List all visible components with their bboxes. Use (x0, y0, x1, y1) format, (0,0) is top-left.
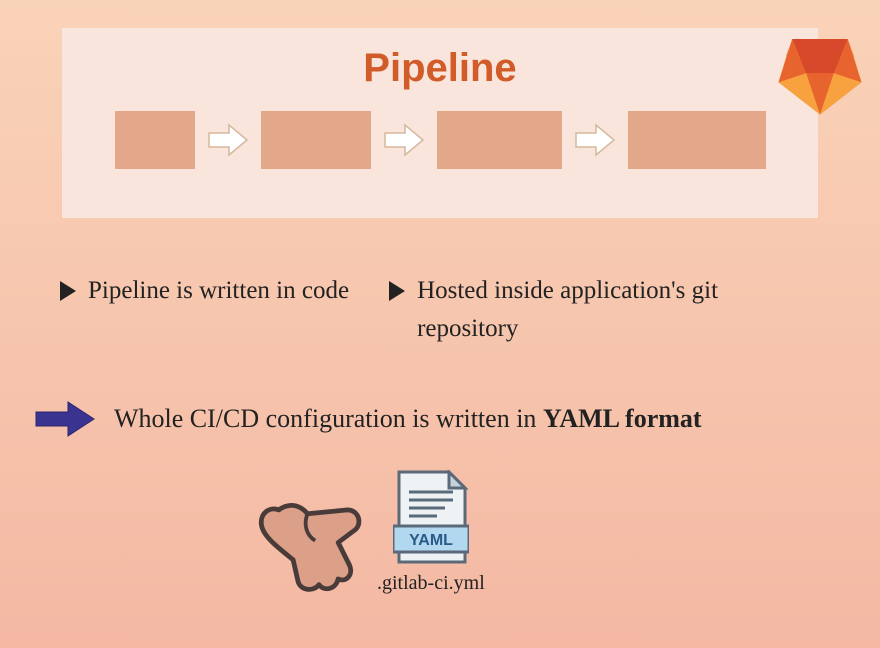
bullet-triangle-icon (389, 281, 405, 301)
bullet-item: Pipeline is written in code (60, 272, 349, 347)
pipeline-title: Pipeline (92, 46, 788, 91)
pipeline-stage-box (261, 111, 371, 169)
bullet-text: Pipeline is written in code (88, 272, 349, 310)
arrow-right-icon (574, 123, 616, 157)
gitlab-logo-icon (774, 30, 866, 118)
callout-text: Whole CI/CD configuration is written in … (114, 404, 702, 434)
arrow-right-blue-icon (34, 400, 96, 438)
callout-strong: YAML format (543, 404, 702, 433)
bullet-item: Hosted inside application's git reposito… (389, 272, 749, 347)
file-name-label: .gitlab-ci.yml (377, 572, 485, 595)
yaml-badge-text: YAML (409, 532, 453, 549)
pointing-hand-icon (250, 485, 365, 600)
pipeline-stage-box (628, 111, 766, 169)
bullet-text: Hosted inside application's git reposito… (417, 272, 749, 347)
pipeline-stages-row (92, 111, 788, 169)
bullet-triangle-icon (60, 281, 76, 301)
callout-row: Whole CI/CD configuration is written in … (34, 400, 702, 438)
arrow-right-icon (383, 123, 425, 157)
arrow-right-icon (207, 123, 249, 157)
bullet-list: Pipeline is written in code Hosted insid… (60, 272, 840, 347)
pipeline-panel: Pipeline (62, 28, 818, 218)
file-section: YAML .gitlab-ci.yml (250, 470, 530, 640)
callout-prefix: Whole CI/CD configuration is written in (114, 404, 543, 433)
file-column: YAML .gitlab-ci.yml (377, 470, 485, 595)
yaml-file-icon: YAML (393, 470, 469, 566)
pipeline-stage-box (115, 111, 195, 169)
pipeline-stage-box (437, 111, 562, 169)
